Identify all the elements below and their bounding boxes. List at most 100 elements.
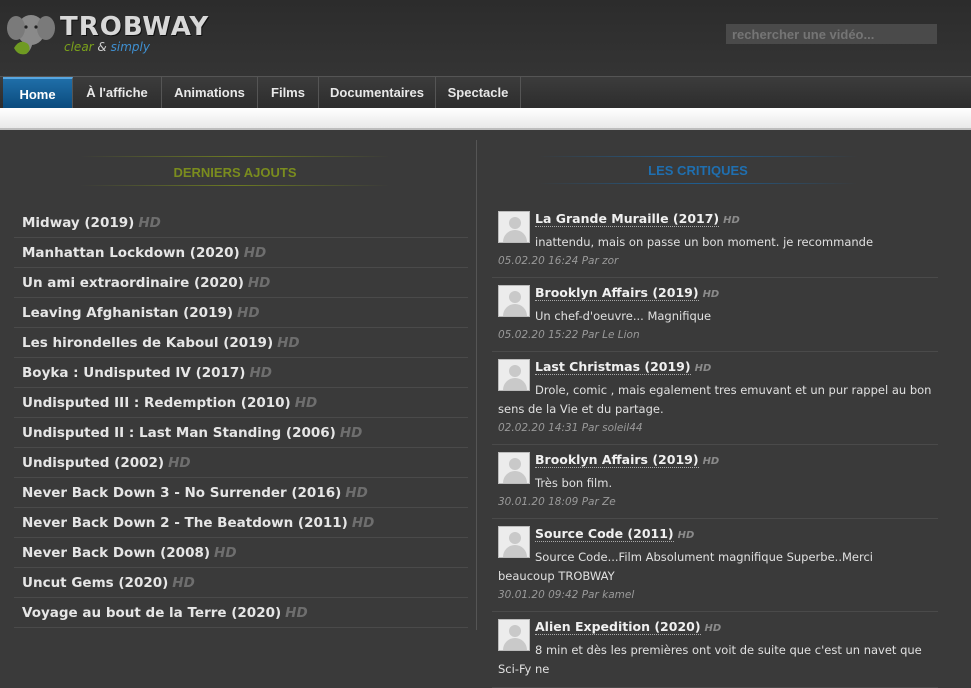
latest-additions-column: DERNIERS AJOUTS Midway (2019) HD Manhattan…	[0, 132, 476, 630]
movie-title-link[interactable]: Never Back Down (2008)	[22, 545, 210, 561]
movie-title-link[interactable]: Leaving Afghanistan (2019)	[22, 305, 233, 321]
review-meta: 05.02.20 15:22 Par Le Lion	[498, 329, 640, 341]
title-bottom-line	[80, 185, 390, 186]
review-movie-title: Alien Expedition (2020) HD	[535, 618, 932, 638]
user-avatar-icon	[498, 526, 530, 558]
user-avatar-icon	[498, 452, 530, 484]
latest-item[interactable]: Manhattan Lockdown (2020) HD	[14, 238, 468, 268]
movie-title-link[interactable]: Never Back Down 3 - No Surrender (2016)	[22, 485, 341, 501]
review-item: Brooklyn Affairs (2019) HD Un chef-d'oeuvr…	[492, 278, 938, 352]
review-text: Drole, comic , mais egalement tres emuva…	[498, 383, 932, 416]
review-text: Très bon film.	[535, 476, 613, 490]
review-meta: 30.01.20 18:09 Par Ze	[498, 496, 616, 508]
tagline-amp: &	[93, 40, 111, 54]
review-movie-link[interactable]: Last Christmas (2019)	[535, 359, 691, 375]
reviews-list: La Grande Muraille (2017) HD inattendu, ma…	[492, 204, 938, 688]
latest-item[interactable]: Les hirondelles de Kaboul (2019) HD	[14, 328, 468, 358]
site-header: TROBWAY clear & simply	[0, 0, 971, 76]
user-avatar-icon	[498, 285, 530, 317]
review-movie-link[interactable]: Alien Expedition (2020)	[535, 619, 701, 635]
brand-tagline: clear & simply	[64, 40, 150, 54]
hd-badge: HD	[677, 530, 695, 541]
hd-badge: HD	[237, 305, 260, 321]
review-text: 8 min et dès les premières ont voit de s…	[498, 643, 922, 676]
latest-item[interactable]: Boyka : Undisputed IV (2017) HD	[14, 358, 468, 388]
hd-badge: HD	[214, 545, 237, 561]
latest-item[interactable]: Midway (2019) HD	[14, 208, 468, 238]
user-avatar-icon	[498, 359, 530, 391]
hd-badge: HD	[172, 575, 195, 591]
hd-badge: HD	[285, 605, 308, 621]
review-movie-link[interactable]: Brooklyn Affairs (2019)	[535, 285, 699, 301]
review-movie-title: Brooklyn Affairs (2019) HD	[535, 284, 932, 304]
movie-title-link[interactable]: Uncut Gems (2020)	[22, 575, 168, 591]
movie-title-link[interactable]: Voyage au bout de la Terre (2020)	[22, 605, 281, 621]
hd-badge: HD	[345, 485, 368, 501]
latest-item[interactable]: Never Back Down 3 - No Surrender (2016) H…	[14, 478, 468, 508]
hd-badge: HD	[277, 335, 300, 351]
elephant-logo-icon	[7, 15, 55, 55]
reviews-column: LES CRITIQUES La Grande Muraille (2017) H…	[478, 132, 971, 688]
review-meta: 30.01.20 09:42 Par kamel	[498, 589, 635, 601]
nav-item-3[interactable]: Films	[258, 77, 319, 109]
movie-title-link[interactable]: Manhattan Lockdown (2020)	[22, 245, 240, 261]
nav-item-4[interactable]: Documentaires	[319, 77, 436, 109]
movie-title-link[interactable]: Les hirondelles de Kaboul (2019)	[22, 335, 273, 351]
nav-item-1[interactable]: À l'affiche	[73, 77, 162, 109]
reviews-title: LES CRITIQUES	[648, 163, 748, 178]
latest-item[interactable]: Un ami extraordinaire (2020) HD	[14, 268, 468, 298]
review-item: La Grande Muraille (2017) HD inattendu, ma…	[492, 204, 938, 278]
review-movie-title: Last Christmas (2019) HD	[535, 358, 932, 378]
review-item: Brooklyn Affairs (2019) HD Très bon film. 3…	[492, 445, 938, 519]
review-movie-link[interactable]: Brooklyn Affairs (2019)	[535, 452, 699, 468]
title-top-line	[538, 156, 858, 157]
review-item: Last Christmas (2019) HD Drole, comic , ma…	[492, 352, 938, 445]
latest-item[interactable]: Never Back Down 2 - The Beatdown (2011) H…	[14, 508, 468, 538]
hd-badge: HD	[702, 456, 720, 467]
review-movie-title: Brooklyn Affairs (2019) HD	[535, 451, 932, 471]
review-item: Alien Expedition (2020) HD 8 min et dès le…	[492, 612, 938, 688]
nav-item-5[interactable]: Spectacle	[436, 77, 521, 109]
review-movie-link[interactable]: Source Code (2011)	[535, 526, 674, 542]
movie-title-link[interactable]: Never Back Down 2 - The Beatdown (2011)	[22, 515, 348, 531]
latest-item[interactable]: Voyage au bout de la Terre (2020) HD	[14, 598, 468, 628]
hd-badge: HD	[351, 515, 375, 531]
title-top-line	[80, 156, 390, 157]
latest-item[interactable]: Leaving Afghanistan (2019) HD	[14, 298, 468, 328]
main-nav: Home À l'affiche Animations Films Documentai…	[0, 76, 971, 109]
hd-badge: HD	[702, 289, 720, 300]
hd-badge: HD	[704, 623, 722, 634]
header-separator-bar	[0, 108, 971, 130]
movie-title-link[interactable]: Undisputed III : Redemption (2010)	[22, 395, 291, 411]
review-movie-title: Source Code (2011) HD	[535, 525, 932, 545]
hd-badge: HD	[249, 365, 272, 381]
review-text: Un chef-d'oeuvre... Magnifique	[535, 309, 712, 323]
nav-item-0[interactable]: Home	[3, 77, 73, 109]
movie-title-link[interactable]: Un ami extraordinaire (2020)	[22, 275, 244, 291]
tagline-clear: clear	[64, 40, 94, 54]
title-bottom-line	[538, 183, 858, 184]
review-movie-link[interactable]: La Grande Muraille (2017)	[535, 211, 720, 227]
latest-list: Midway (2019) HD Manhattan Lockdown (2020)…	[14, 208, 468, 628]
review-meta: 05.02.20 16:24 Par zor	[498, 255, 619, 267]
brand-name: TROBWAY	[60, 12, 210, 42]
movie-title-link[interactable]: Undisputed (2002)	[22, 455, 164, 471]
user-avatar-icon	[498, 619, 530, 651]
hd-badge: HD	[243, 245, 267, 261]
review-meta: 02.02.20 14:31 Par soleil44	[498, 422, 643, 434]
latest-title: DERNIERS AJOUTS	[173, 165, 297, 180]
site-logo[interactable]: TROBWAY clear & simply	[6, 10, 216, 60]
hd-badge: HD	[168, 455, 191, 471]
latest-item[interactable]: Never Back Down (2008) HD	[14, 538, 468, 568]
review-text: inattendu, mais on passe un bon moment. …	[535, 235, 874, 249]
latest-item[interactable]: Undisputed (2002) HD	[14, 448, 468, 478]
latest-item[interactable]: Undisputed III : Redemption (2010) HD	[14, 388, 468, 418]
nav-item-2[interactable]: Animations	[162, 77, 258, 109]
movie-title-link[interactable]: Undisputed II : Last Man Standing (2006)	[22, 425, 336, 441]
latest-item[interactable]: Uncut Gems (2020) HD	[14, 568, 468, 598]
latest-item[interactable]: Undisputed II : Last Man Standing (2006)…	[14, 418, 468, 448]
movie-title-link[interactable]: Midway (2019)	[22, 215, 134, 231]
hd-badge: HD	[694, 363, 712, 374]
movie-title-link[interactable]: Boyka : Undisputed IV (2017)	[22, 365, 245, 381]
search-input[interactable]	[726, 24, 937, 44]
